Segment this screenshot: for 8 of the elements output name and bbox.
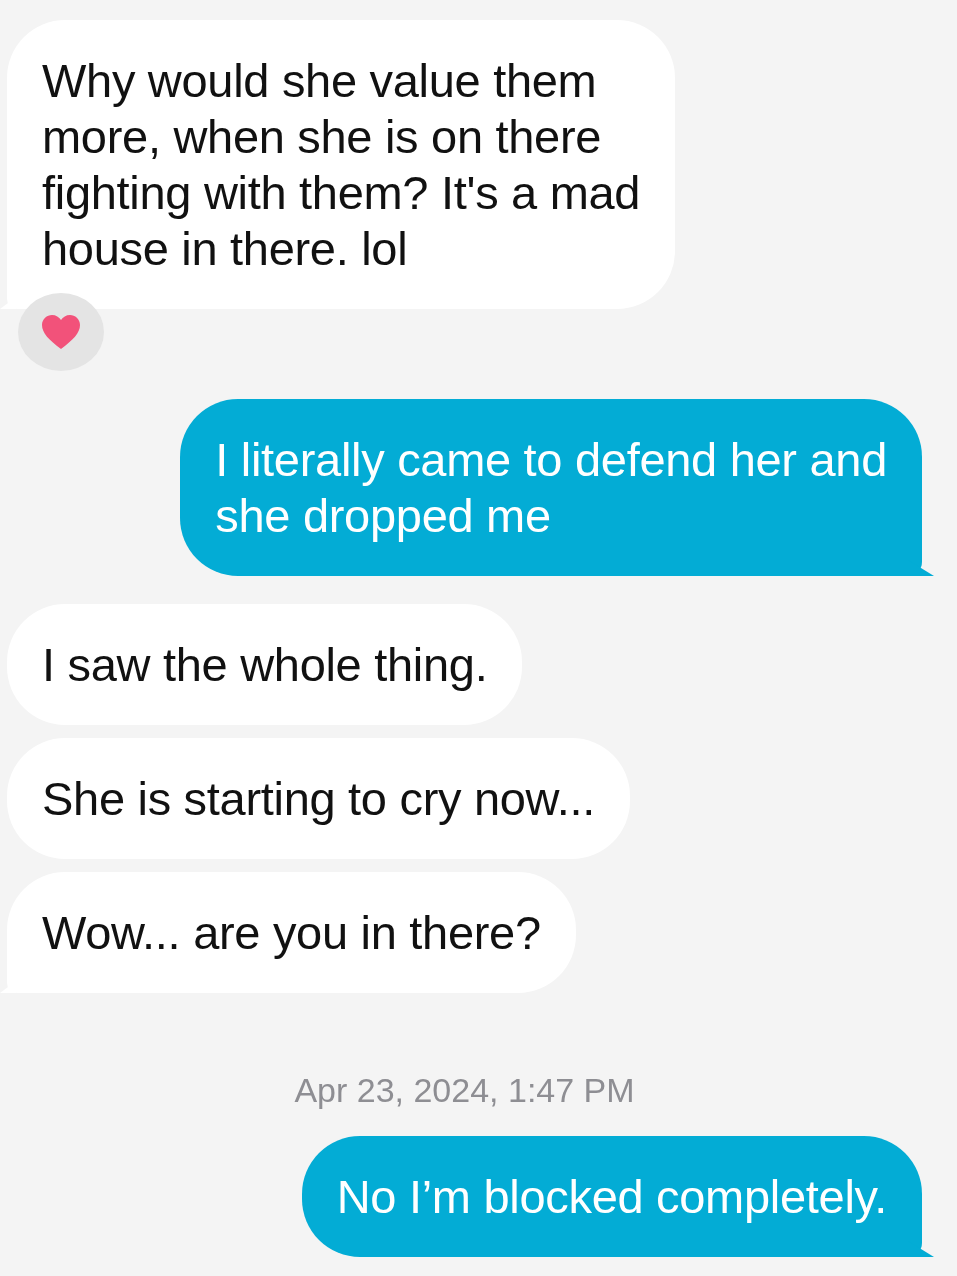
message-timestamp: Apr 23, 2024, 1:47 PM	[294, 1071, 635, 1110]
received-message: Wow... are you in there?	[0, 872, 576, 993]
received-message: She is starting to cry now...	[0, 738, 630, 859]
heart-icon	[41, 314, 81, 350]
sent-message: No I’m blocked completely.	[301, 1136, 934, 1257]
received-message: Why would she value them more, when she is on there fighting with them? It's a mad house in there. lol	[0, 20, 676, 309]
sent-message: I literally came to defend her and she dropped me	[180, 399, 934, 576]
received-message: I saw the whole thing.	[0, 604, 523, 725]
